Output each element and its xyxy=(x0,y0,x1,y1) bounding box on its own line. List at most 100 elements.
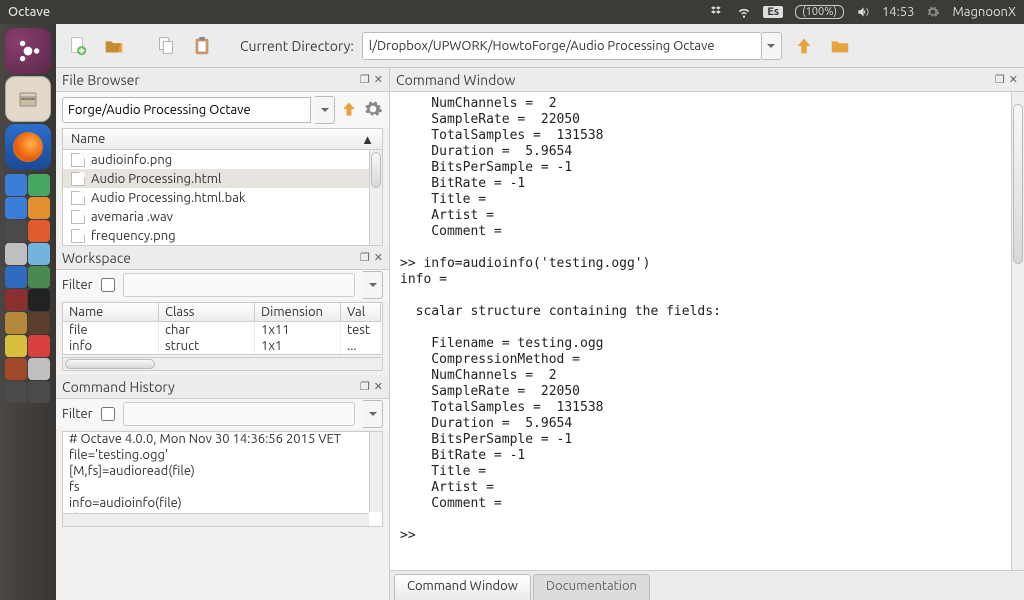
main-toolbar: Current Directory: xyxy=(56,24,1024,68)
workspace-row[interactable]: filechar1x11test xyxy=(63,322,382,338)
workspace-filter-row: Filter xyxy=(56,270,389,300)
undock-icon[interactable]: ❐ xyxy=(995,73,1005,86)
wifi-icon[interactable] xyxy=(737,5,751,19)
battery-indicator[interactable]: (100%) xyxy=(795,5,844,19)
mini-icon[interactable] xyxy=(5,197,27,219)
mini-icon[interactable] xyxy=(28,266,50,288)
mini-icon[interactable] xyxy=(5,289,27,311)
undock-icon[interactable]: ❐ xyxy=(360,73,370,86)
mini-icon[interactable] xyxy=(5,220,27,242)
mini-icon[interactable] xyxy=(28,243,50,265)
workspace-title: Workspace xyxy=(62,250,360,266)
open-folder-button[interactable] xyxy=(100,32,128,60)
session-gear-icon[interactable] xyxy=(926,5,940,19)
file-list-name-header: Name xyxy=(71,132,105,146)
close-icon[interactable]: ✕ xyxy=(1009,73,1018,86)
col-class[interactable]: Class xyxy=(159,303,255,322)
mini-icon[interactable] xyxy=(28,312,50,334)
system-menubar: Octave Es (100%) 14:53 MagnoonX xyxy=(0,0,1024,24)
firefox-icon[interactable] xyxy=(5,124,51,170)
command-history-filter-dropdown[interactable] xyxy=(363,400,383,428)
system-tray: Es (100%) 14:53 MagnoonX xyxy=(711,5,1016,19)
mini-icon[interactable] xyxy=(28,381,50,403)
clock[interactable]: 14:53 xyxy=(882,5,915,19)
close-icon[interactable]: ✕ xyxy=(374,251,383,264)
command-history-filter-field[interactable] xyxy=(123,402,355,426)
file-list[interactable]: audioinfo.png Audio Processing.html Audio … xyxy=(62,150,383,246)
file-row[interactable]: audioinfo.png xyxy=(63,150,382,169)
mini-icon[interactable] xyxy=(5,381,27,403)
undock-icon[interactable]: ❐ xyxy=(360,380,370,393)
command-window-title-bar: Command Window ❐✕ xyxy=(390,68,1024,92)
command-window-scrollbar[interactable] xyxy=(1011,92,1024,570)
col-name[interactable]: Name xyxy=(63,303,159,322)
mini-icon[interactable] xyxy=(5,243,27,265)
paste-button[interactable] xyxy=(188,32,216,60)
history-line[interactable]: info=audioinfo(file) xyxy=(63,496,382,512)
copy-button[interactable] xyxy=(152,32,180,60)
col-value[interactable]: Val xyxy=(341,303,381,322)
file-icon xyxy=(71,172,85,186)
mini-icon[interactable] xyxy=(5,358,27,380)
mini-icon[interactable] xyxy=(28,220,50,242)
directory-browse-button[interactable] xyxy=(826,32,854,60)
current-directory-dropdown[interactable] xyxy=(762,32,782,60)
file-list-header[interactable]: Name ▲ xyxy=(62,128,383,150)
workspace-row[interactable]: infostruct1x1... xyxy=(63,338,382,354)
mini-icon[interactable] xyxy=(28,197,50,219)
tab-command-window[interactable]: Command Window xyxy=(394,574,531,600)
mini-icon[interactable] xyxy=(28,174,50,196)
close-icon[interactable]: ✕ xyxy=(374,380,383,393)
volume-icon[interactable] xyxy=(856,5,870,19)
col-dimension[interactable]: Dimension xyxy=(255,303,341,322)
new-file-button[interactable] xyxy=(64,32,92,60)
file-browser-settings-button[interactable] xyxy=(363,99,383,122)
command-history-list[interactable]: # Octave 4.0.0, Mon Nov 30 14:36:56 2015… xyxy=(62,431,383,527)
mini-icon[interactable] xyxy=(5,312,27,334)
history-line[interactable]: file='testing.ogg' xyxy=(63,448,382,464)
unity-launcher xyxy=(0,24,56,600)
file-icon xyxy=(71,210,85,224)
file-name: audioinfo.png xyxy=(91,153,172,167)
close-icon[interactable]: ✕ xyxy=(374,73,383,86)
mini-icon[interactable] xyxy=(28,358,50,380)
undock-icon[interactable]: ❐ xyxy=(360,251,370,264)
mini-icon[interactable] xyxy=(5,266,27,288)
mini-icon[interactable] xyxy=(28,335,50,357)
dropbox-icon[interactable] xyxy=(711,5,725,19)
history-line[interactable]: fs xyxy=(63,480,382,496)
file-icon xyxy=(71,229,85,243)
command-history-filter-row: Filter xyxy=(56,399,389,429)
files-icon[interactable] xyxy=(5,76,51,122)
file-name: Audio Processing.html.bak xyxy=(91,191,245,205)
command-history-vscroll[interactable] xyxy=(369,432,382,512)
mini-icon[interactable] xyxy=(5,174,27,196)
workspace-hscroll[interactable] xyxy=(62,357,383,371)
directory-up-button[interactable] xyxy=(790,32,818,60)
mini-icon[interactable] xyxy=(28,289,50,311)
workspace-table[interactable]: Name Class Dimension Val filechar1x11tes… xyxy=(62,302,383,355)
file-row[interactable]: frequency.png xyxy=(63,226,382,245)
command-history-hscroll[interactable] xyxy=(63,513,369,526)
history-line[interactable]: # Octave 4.0.0, Mon Nov 30 14:36:56 2015… xyxy=(63,432,382,448)
file-list-scrollbar[interactable] xyxy=(369,150,382,245)
workspace-filter-dropdown[interactable] xyxy=(363,271,383,299)
command-window-body[interactable]: NumChannels = 2 SampleRate = 22050 Total… xyxy=(390,92,1024,570)
file-browser-path-dropdown[interactable] xyxy=(315,96,335,124)
file-row[interactable]: Audio Processing.html.bak xyxy=(63,188,382,207)
file-row[interactable]: avemaria .wav xyxy=(63,207,382,226)
history-line[interactable]: [M,fs]=audioread(file) xyxy=(63,464,382,480)
dash-icon[interactable] xyxy=(5,28,51,74)
tab-documentation[interactable]: Documentation xyxy=(533,574,650,600)
user-name[interactable]: MagnoonX xyxy=(952,5,1016,19)
file-browser-title-bar: File Browser ❐✕ xyxy=(56,68,389,92)
file-row[interactable]: Audio Processing.html xyxy=(63,169,382,188)
keyboard-layout-indicator[interactable]: Es xyxy=(763,6,783,18)
file-browser-path-input[interactable] xyxy=(62,97,311,123)
mini-icon[interactable] xyxy=(5,335,27,357)
workspace-filter-field[interactable] xyxy=(123,273,355,297)
command-history-filter-checkbox[interactable] xyxy=(101,407,115,421)
current-directory-input[interactable] xyxy=(362,32,762,60)
file-browser-up-button[interactable] xyxy=(339,99,359,122)
workspace-filter-checkbox[interactable] xyxy=(101,278,115,292)
